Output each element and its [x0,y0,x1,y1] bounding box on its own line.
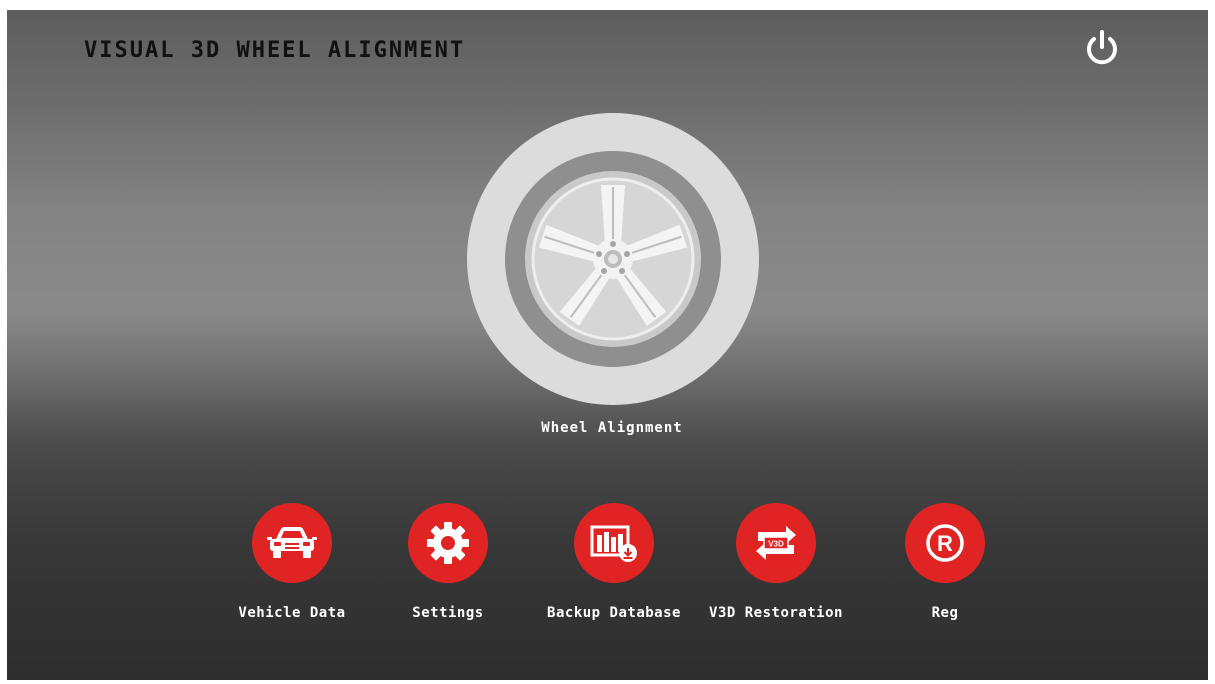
main-screen: VISUAL 3D WHEEL ALIGNMENT Wheel Alignmen… [7,10,1208,680]
app-title: VISUAL 3D WHEEL ALIGNMENT [84,38,466,63]
settings-circle [408,503,488,583]
registered-icon: R [926,524,964,562]
vehicle-data-label: Vehicle Data [238,605,346,621]
power-button[interactable] [1083,29,1121,69]
backup-database-circle [574,503,654,583]
v3d-restoration-circle: V3D [736,503,816,583]
registered-icon-text: R [937,531,953,556]
database-backup-icon [590,525,637,562]
power-icon [1087,30,1117,65]
wheel-alignment-button[interactable] [467,113,759,405]
restore-icon-text: V3D [768,540,784,549]
backup-database-label: Backup Database [547,605,681,621]
v3d-restoration-label: V3D Restoration [709,605,843,621]
restore-icon: V3D [756,526,796,560]
settings-label: Settings [412,605,484,621]
wheel-icon [467,113,759,405]
vehicle-data-circle [252,503,332,583]
vehicle-data-button[interactable]: Vehicle Data [212,503,372,628]
reg-button[interactable]: R Reg [865,503,1025,628]
settings-button[interactable]: Settings [368,503,528,628]
reg-circle: R [905,503,985,583]
wheel-alignment-label[interactable]: Wheel Alignment [507,420,717,436]
car-icon [267,527,317,558]
backup-database-button[interactable]: Backup Database [534,503,694,628]
gear-icon [427,522,469,564]
v3d-restoration-button[interactable]: V3D V3D Restoration [696,503,856,628]
reg-label: Reg [931,605,959,621]
